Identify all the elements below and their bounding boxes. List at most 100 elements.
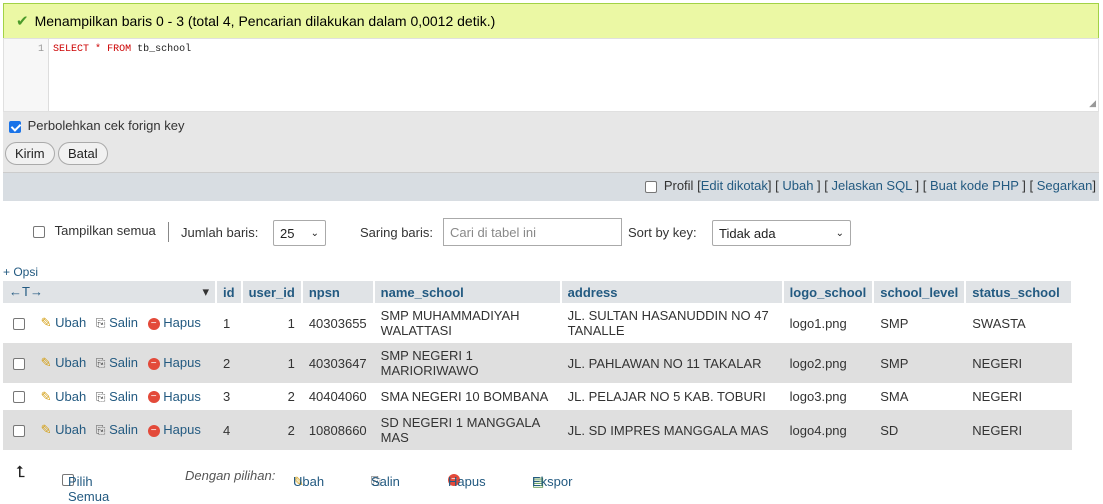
row-checkbox[interactable] [13, 317, 25, 330]
success-message: Menampilkan baris 0 - 3 (total 4, Pencar… [34, 13, 496, 29]
cell-user-id[interactable]: 1 [241, 303, 302, 343]
cell-status-school[interactable]: NEGERI [965, 343, 1073, 383]
delete-icon: − [147, 317, 160, 330]
column-header-id[interactable]: id [216, 281, 243, 303]
cell-user-id[interactable]: 2 [241, 410, 302, 450]
cell-name-school[interactable]: SD NEGERI 1 MANGGALA MAS [373, 410, 561, 450]
create-php-link[interactable]: Buat kode PHP [930, 178, 1019, 193]
filter-placeholder: Cari di tabel ini [450, 224, 536, 240]
cell-address[interactable]: JL. SULTAN HASANUDDIN NO 47 TANALLE [560, 303, 783, 343]
submit-button[interactable]: Kirim [5, 142, 55, 165]
sql-query-box[interactable]: 1 SELECT * FROM tb_school ◢ [3, 38, 1099, 112]
cell-address[interactable]: JL. SD IMPRES MANGGALA MAS [560, 410, 783, 450]
cell-status-school[interactable]: NEGERI [965, 383, 1073, 410]
cell-id[interactable]: 4 [216, 410, 242, 450]
filter-input[interactable]: Cari di tabel ini [443, 218, 622, 246]
cell-address[interactable]: JL. PELAJAR NO 5 KAB. TOBURI [560, 383, 783, 410]
cell-name-school[interactable]: SMA NEGERI 10 BOMBANA [373, 383, 561, 410]
profile-checkbox[interactable] [645, 180, 658, 193]
cell-address[interactable]: JL. PAHLAWAN NO 11 TAKALAR [560, 343, 783, 383]
row-actions: ✎ Ubah ⎘ Salin − Hapus [3, 303, 216, 343]
copy-icon: ⎘ [95, 316, 106, 330]
edit-action[interactable]: ✎ Ubah [41, 355, 87, 370]
options-link[interactable]: + Opsi [3, 265, 38, 279]
cell-user-id[interactable]: 2 [241, 383, 302, 410]
profile-bar: Profil [Edit dikotak] [ Ubah ] [ Jelaska… [3, 172, 1099, 201]
delete-action[interactable]: − Hapus [147, 422, 201, 437]
row-checkbox[interactable] [13, 357, 25, 370]
cell-npsn[interactable]: 40404060 [301, 383, 374, 410]
column-header-school-level[interactable]: school_level [873, 281, 967, 303]
show-all-checkbox[interactable] [33, 225, 45, 238]
cell-user-id[interactable]: 1 [241, 343, 302, 383]
edit-action[interactable]: ✎ Ubah [41, 422, 87, 437]
row-actions: ✎ Ubah ⎘ Salin − Hapus [3, 383, 216, 410]
copy-icon: ⎘ [95, 356, 106, 370]
cell-id[interactable]: 2 [216, 343, 242, 383]
cell-status-school[interactable]: SWASTA [965, 303, 1073, 343]
delete-action[interactable]: − Hapus [147, 355, 201, 370]
edit-link[interactable]: Ubah [782, 178, 813, 193]
column-header-name-school[interactable]: name_school [373, 281, 562, 303]
edit-action[interactable]: ✎ Ubah [41, 315, 87, 330]
refresh-link[interactable]: Segarkan [1037, 178, 1093, 193]
sort-select[interactable]: Tidak ada ⌄ [712, 220, 851, 246]
cancel-button[interactable]: Batal [58, 142, 108, 165]
delete-action[interactable]: − Hapus [147, 389, 201, 404]
sql-code[interactable]: SELECT * FROM tb_school [49, 39, 195, 111]
sql-star: * [95, 44, 102, 55]
cell-logo-school[interactable]: logo1.png [782, 303, 874, 343]
row-checkbox[interactable] [13, 424, 25, 437]
sql-keyword-from: FROM [107, 44, 132, 55]
resize-handle-icon[interactable]: ◢ [1089, 98, 1096, 109]
bulk-actions-bar: ⮤ Pilih Semua Dengan pilihan: ✎ Ubah ⎘ S… [16, 464, 573, 504]
explain-sql-link[interactable]: Jelaskan SQL [831, 178, 911, 193]
cell-logo-school[interactable]: logo3.png [782, 383, 874, 410]
cell-status-school[interactable]: NEGERI [965, 410, 1073, 450]
column-header-address[interactable]: address [560, 281, 784, 303]
cell-school-level[interactable]: SMP [873, 303, 966, 343]
foreign-key-option[interactable]: Perbolehkan cek forign key [9, 118, 184, 133]
table-row: ✎ Ubah ⎘ Salin − Hapus 3 2 40404060 SMA … [3, 383, 1073, 410]
cell-name-school[interactable]: SMP MUHAMMADIYAH WALATTASI [373, 303, 561, 343]
cell-id[interactable]: 1 [216, 303, 242, 343]
checkmark-icon: ✔ [16, 13, 29, 30]
arrows-header[interactable]: ←T→ ▾ [3, 281, 217, 303]
sort-triangle-icon[interactable]: ▾ [202, 284, 209, 300]
cell-npsn[interactable]: 40303647 [301, 343, 374, 383]
table-row: ✎ Ubah ⎘ Salin − Hapus 2 1 40303647 SMP … [3, 343, 1073, 383]
row-checkbox[interactable] [13, 391, 25, 404]
cell-id[interactable]: 3 [216, 383, 242, 410]
edit-inline-link[interactable]: Edit dikotak [701, 178, 768, 193]
delete-icon: − [147, 357, 160, 370]
cell-npsn[interactable]: 10808660 [301, 410, 374, 450]
column-arrows-icon[interactable]: ←T→ [9, 284, 43, 299]
cell-npsn[interactable]: 40303655 [301, 303, 374, 343]
success-message-bar: ✔ Menampilkan baris 0 - 3 (total 4, Penc… [3, 3, 1099, 38]
column-header-logo-school[interactable]: logo_school [782, 281, 875, 303]
copy-action[interactable]: ⎘ Salin [96, 355, 138, 370]
copy-action[interactable]: ⎘ Salin [96, 315, 138, 330]
cell-logo-school[interactable]: logo4.png [782, 410, 874, 450]
show-all-option[interactable]: Tampilkan semua [33, 223, 156, 238]
cell-name-school[interactable]: SMP NEGERI 1 MARIORIWAWO [373, 343, 561, 383]
cell-school-level[interactable]: SD [873, 410, 966, 450]
edit-action[interactable]: ✎ Ubah [41, 389, 87, 404]
delete-action[interactable]: − Hapus [147, 315, 201, 330]
copy-icon: ⎘ [95, 389, 106, 404]
delete-icon: − [147, 424, 160, 437]
pencil-icon: ✎ [40, 422, 52, 437]
copy-action[interactable]: ⎘ Salin [96, 422, 138, 437]
with-selected-label: Dengan pilihan: [185, 468, 276, 483]
cell-logo-school[interactable]: logo2.png [782, 343, 874, 383]
foreign-key-checkbox[interactable] [9, 120, 21, 133]
arrow-up-left-icon: ⮤ [16, 464, 26, 481]
cell-school-level[interactable]: SMP [873, 343, 966, 383]
copy-action[interactable]: ⎘ Salin [96, 389, 138, 404]
cell-school-level[interactable]: SMA [873, 383, 966, 410]
column-header-npsn[interactable]: npsn [301, 281, 375, 303]
column-header-status-school[interactable]: status_school [965, 281, 1074, 303]
column-header-user-id[interactable]: user_id [241, 281, 303, 303]
rows-label: Jumlah baris: [181, 225, 259, 240]
rows-select[interactable]: 25 ⌄ [273, 220, 326, 246]
